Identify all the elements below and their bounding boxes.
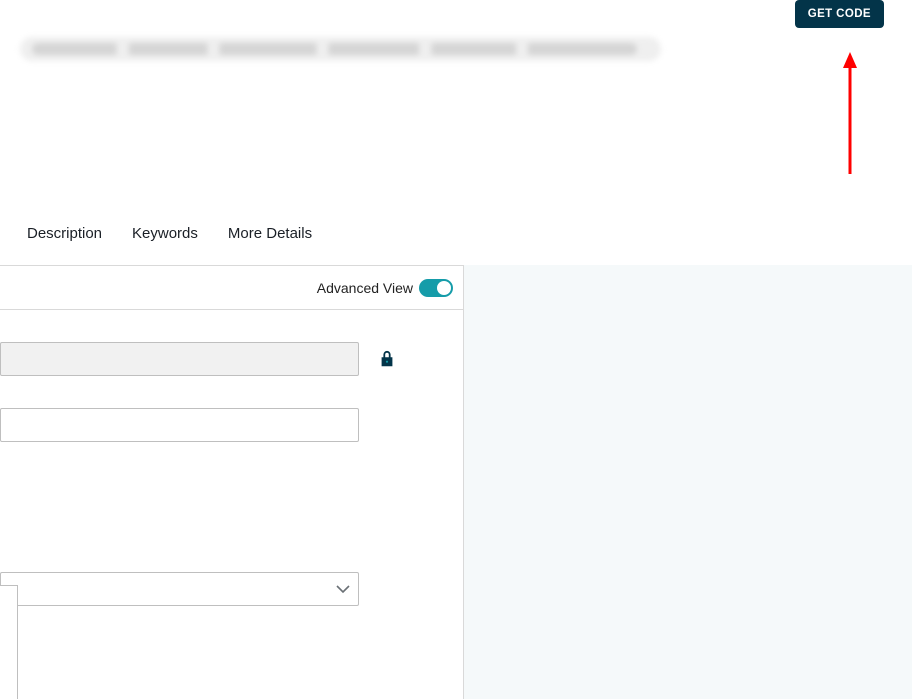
tab-more-details[interactable]: More Details [228, 225, 312, 242]
advanced-view-label: Advanced View [317, 280, 413, 296]
tab-bar: Description Keywords More Details [27, 225, 312, 242]
get-code-button[interactable]: GET CODE [795, 0, 884, 28]
blurred-description-placeholder [20, 37, 661, 61]
partial-textarea-container [0, 585, 18, 699]
text-input-2[interactable] [0, 408, 359, 442]
locked-input [0, 342, 359, 376]
textarea-partial[interactable] [0, 585, 18, 699]
annotation-arrow-icon [840, 52, 860, 174]
field-row-locked [0, 342, 451, 376]
form-panel: Advanced View [0, 265, 464, 699]
lock-icon [379, 350, 395, 368]
panel-body [0, 342, 463, 606]
field-row-text [0, 408, 451, 442]
field-row-select [0, 572, 451, 606]
panel-header: Advanced View [0, 266, 463, 310]
select-wrapper[interactable] [0, 572, 359, 606]
tab-keywords[interactable]: Keywords [132, 225, 198, 242]
advanced-view-toggle[interactable] [419, 279, 453, 297]
preview-area [464, 265, 912, 699]
tab-description[interactable]: Description [27, 225, 102, 242]
select-input[interactable] [0, 572, 359, 606]
